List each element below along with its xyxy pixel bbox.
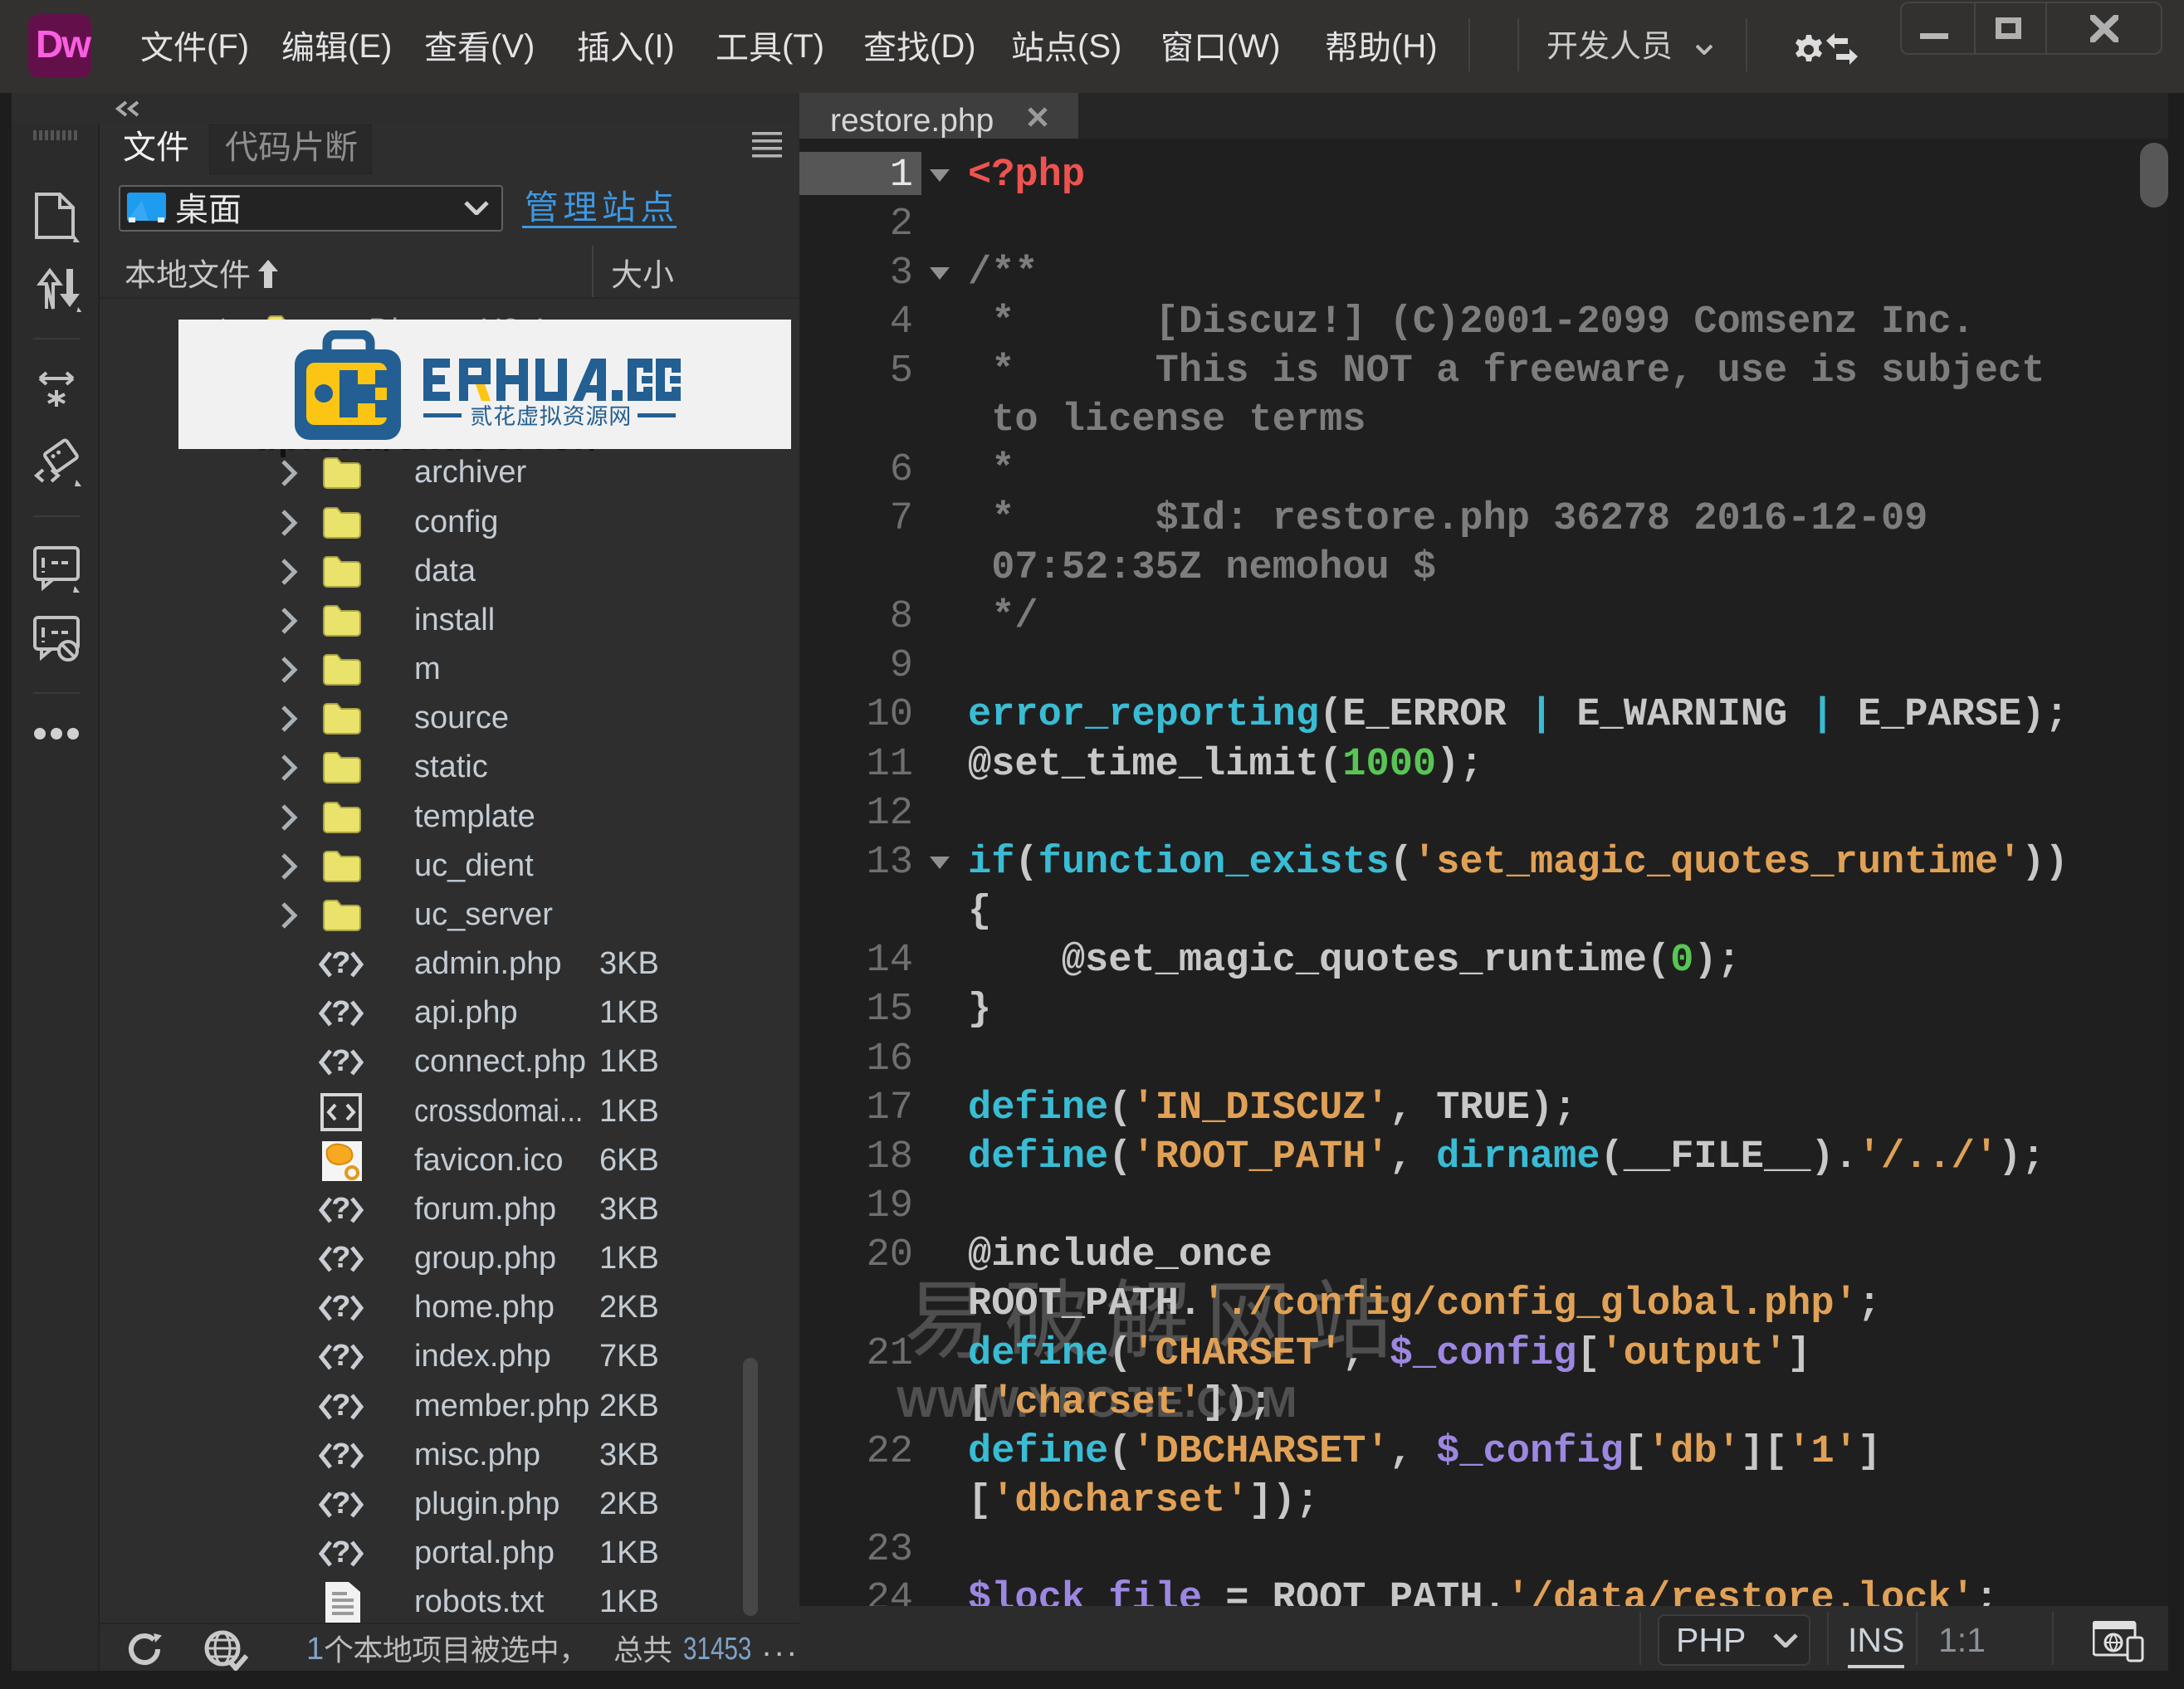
svg-text:?: ?: [332, 1340, 351, 1375]
svg-text:?: ?: [332, 1291, 351, 1326]
svg-text:?: ?: [332, 1536, 351, 1572]
svg-text:?: ?: [332, 1487, 351, 1523]
svg-text:?: ?: [332, 1242, 351, 1277]
svg-text:?: ?: [332, 947, 351, 983]
svg-text:?: ?: [332, 1193, 351, 1228]
svg-text:?: ?: [332, 1389, 351, 1425]
svg-text:?: ?: [332, 1438, 351, 1474]
svg-text:?: ?: [332, 996, 351, 1032]
svg-text:?: ?: [332, 1045, 351, 1081]
